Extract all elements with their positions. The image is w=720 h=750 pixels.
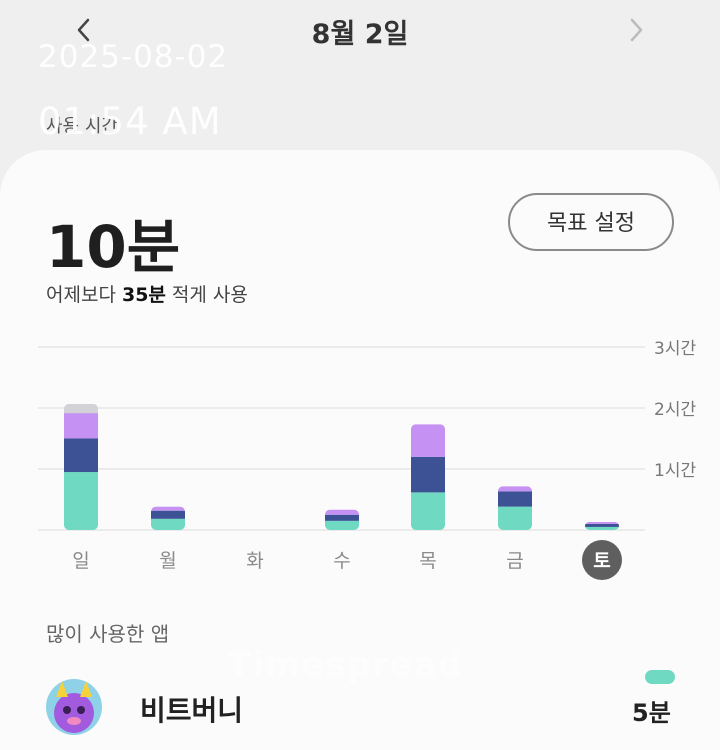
total-usage-time: 10분: [46, 213, 181, 281]
comparison-prefix: 어제보다: [46, 284, 122, 306]
bar-stack-일[interactable]: [64, 403, 98, 530]
bar-segment: [64, 438, 98, 473]
bar-segment: [498, 486, 532, 492]
x-tick-label[interactable]: 목: [419, 550, 436, 572]
x-tick-label[interactable]: 월: [159, 550, 176, 572]
bar-segment: [411, 424, 445, 457]
app-usage-bar: [645, 670, 675, 684]
x-tick-label[interactable]: 토: [593, 550, 610, 572]
bar-segment: [498, 491, 532, 507]
bar-segment: [411, 456, 445, 493]
bar-segment: [498, 506, 532, 530]
most-used-apps-label: 많이 사용한 앱: [46, 622, 170, 646]
bar-segment: [585, 521, 619, 524]
bar-segment: [151, 510, 185, 519]
bar-segment: [325, 520, 359, 530]
x-tick-label[interactable]: 금: [506, 550, 523, 572]
brand-watermark: Timespread: [228, 645, 464, 685]
chevron-right-icon[interactable]: [616, 10, 656, 50]
y-tick-label: 2시간: [654, 400, 696, 420]
bitbunny-app-icon: [46, 679, 102, 735]
y-tick-label: 1시간: [654, 461, 696, 481]
bar-segment: [64, 413, 98, 439]
x-tick-label[interactable]: 화: [246, 550, 263, 572]
app-usage-time: 5분: [632, 699, 671, 727]
timestamp-time-overlay: 01:54 AM: [38, 100, 222, 143]
bar-segment: [585, 526, 619, 530]
bar-stack-금[interactable]: [498, 486, 532, 530]
weekly-usage-chart: 1시간 2시간 3시간일 월 화 수 목 금 토: [0, 330, 720, 580]
x-tick-label[interactable]: 일: [72, 550, 89, 572]
bar-segment: [151, 506, 185, 511]
bar-segment: [411, 492, 445, 530]
bar-stack-수[interactable]: [325, 509, 359, 530]
bar-segment: [585, 523, 619, 527]
x-tick-label[interactable]: 수: [333, 550, 350, 572]
y-tick-label: 3시간: [654, 339, 696, 359]
bar-segment: [325, 514, 359, 521]
timestamp-date-overlay: 2025-08-02: [38, 39, 229, 75]
bar-stack-월[interactable]: [151, 506, 185, 530]
bar-stack-토[interactable]: [585, 521, 619, 530]
bar-stack-목[interactable]: [411, 424, 445, 530]
set-goal-button[interactable]: 목표 설정: [508, 193, 674, 251]
bar-segment: [64, 472, 98, 530]
bar-segment: [151, 518, 185, 530]
comparison-suffix: 적게 사용: [165, 284, 248, 306]
app-name: 비트버니: [140, 694, 244, 727]
bar-segment: [325, 509, 359, 515]
weekly-usage-chart-svg: 1시간 2시간 3시간일 월 화 수 목 금 토: [38, 339, 696, 580]
comparison-value: 35분: [121, 284, 166, 306]
bar-segment: [64, 403, 98, 414]
comparison-text: 어제보다 35분 적게 사용: [46, 280, 248, 307]
